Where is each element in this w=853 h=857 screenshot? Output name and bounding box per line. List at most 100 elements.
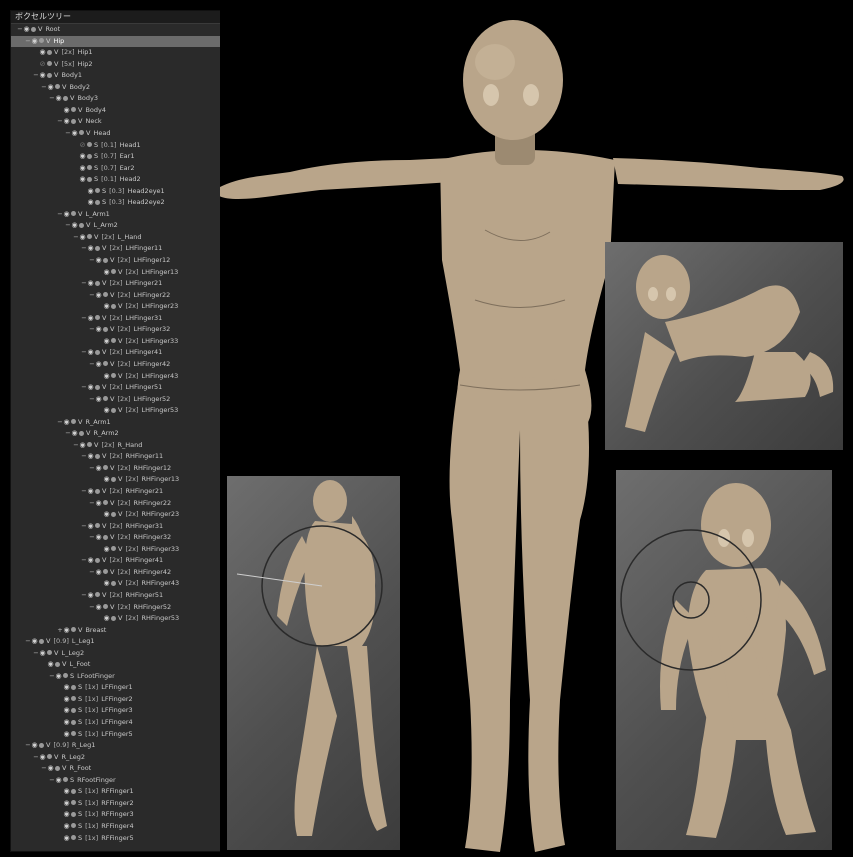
pose-preview-sitting[interactable]	[616, 470, 832, 850]
eye-icon[interactable]: ◉	[55, 671, 62, 683]
lock-dot-icon[interactable]	[71, 684, 76, 690]
lock-dot-icon[interactable]	[103, 292, 108, 298]
lock-dot-icon[interactable]	[47, 72, 52, 78]
eye-icon[interactable]: ◉	[95, 567, 102, 579]
eye-icon[interactable]: ◉	[103, 405, 110, 417]
eye-icon[interactable]: ◉	[63, 729, 70, 741]
tree-row[interactable]: −◉ V R_Arm2	[11, 428, 220, 440]
eye-icon[interactable]: ◉	[63, 705, 70, 717]
tree-row[interactable]: −◉ S RFootFinger	[11, 775, 220, 787]
lock-dot-icon[interactable]	[79, 222, 84, 228]
eye-icon[interactable]: ◉	[71, 220, 78, 232]
tree-row[interactable]: ⊘ S [0.1] Head1	[11, 140, 220, 152]
lock-dot-icon[interactable]	[71, 107, 76, 113]
tree-row[interactable]: −◉ V [0.9] L_Leg1	[11, 636, 220, 648]
lock-dot-icon[interactable]	[55, 84, 60, 90]
lock-dot-icon[interactable]	[71, 696, 76, 702]
lock-dot-icon[interactable]	[111, 580, 116, 586]
tree-row[interactable]: ◉ V [2x] Hip1	[11, 47, 220, 59]
eye-icon[interactable]: ◉	[55, 93, 62, 105]
eye-icon[interactable]: ◉	[95, 602, 102, 614]
tree-row[interactable]: ◉ V [2x] RHFinger43	[11, 578, 220, 590]
eye-icon[interactable]: ◉	[63, 809, 70, 821]
lock-dot-icon[interactable]	[39, 742, 44, 748]
lock-dot-icon[interactable]	[71, 118, 76, 124]
lock-dot-icon[interactable]	[79, 130, 84, 136]
eye-icon[interactable]: ◉	[63, 798, 70, 810]
lock-dot-icon[interactable]	[71, 719, 76, 725]
tree-row[interactable]: −◉ V [2x] LHFinger41	[11, 347, 220, 359]
eye-icon[interactable]: ◉	[103, 544, 110, 556]
lock-dot-icon[interactable]	[55, 661, 60, 667]
eye-icon[interactable]: ◉	[39, 47, 46, 59]
eye-icon[interactable]: ◉	[103, 509, 110, 521]
eye-icon[interactable]: ◉	[31, 740, 38, 752]
lock-dot-icon[interactable]	[39, 38, 44, 44]
tree-row[interactable]: −◉ V [2x] LHFinger32	[11, 324, 220, 336]
tree-row[interactable]: ◉ V [2x] LHFinger23	[11, 301, 220, 313]
eye-icon[interactable]: ◉	[63, 625, 70, 637]
lock-dot-icon[interactable]	[71, 211, 76, 217]
lock-dot-icon[interactable]	[95, 523, 100, 529]
tree-row[interactable]: ◉ V [2x] RHFinger13	[11, 474, 220, 486]
eye-icon[interactable]: ◉	[79, 163, 86, 175]
eye-icon[interactable]: ◉	[103, 613, 110, 625]
tree-row[interactable]: ◉ S [1x] LFFinger1	[11, 682, 220, 694]
eye-icon[interactable]: ◉	[63, 417, 70, 429]
tree-row[interactable]: ◉ S [1x] LFFinger2	[11, 694, 220, 706]
eye-icon[interactable]: ◉	[63, 717, 70, 729]
lock-dot-icon[interactable]	[95, 315, 100, 321]
tree-row[interactable]: −◉ V [0.9] R_Leg1	[11, 740, 220, 752]
tree-row[interactable]: −◉ V [2x] LHFinger22	[11, 290, 220, 302]
eye-icon[interactable]: ◉	[95, 290, 102, 302]
lock-dot-icon[interactable]	[111, 303, 116, 309]
eye-icon[interactable]: ◉	[87, 186, 94, 198]
lock-dot-icon[interactable]	[71, 707, 76, 713]
eye-icon[interactable]: ◉	[103, 578, 110, 590]
eye-icon[interactable]: ◉	[63, 694, 70, 706]
tree-row[interactable]: ◉ V [2x] RHFinger33	[11, 544, 220, 556]
lock-dot-icon[interactable]	[95, 245, 100, 251]
tree-row[interactable]: ◉ S [1x] LFFinger5	[11, 729, 220, 741]
tree-row[interactable]: −◉ V Hip	[11, 35, 220, 48]
eye-icon[interactable]: ◉	[63, 821, 70, 833]
eye-icon[interactable]: ◉	[39, 648, 46, 660]
tree-row[interactable]: ◉ S [0.7] Ear1	[11, 151, 220, 163]
eye-icon[interactable]: ◉	[79, 440, 86, 452]
lock-dot-icon[interactable]	[111, 546, 116, 552]
tree-row[interactable]: −◉ V [2x] RHFinger12	[11, 463, 220, 475]
tree-row[interactable]: −◉ V [2x] LHFinger31	[11, 313, 220, 325]
lock-dot-icon[interactable]	[47, 650, 52, 656]
lock-dot-icon[interactable]	[87, 176, 92, 182]
tree-row[interactable]: ◉ S [1x] RFFinger2	[11, 798, 220, 810]
tree-row[interactable]: ◉ S [1x] RFFinger4	[11, 821, 220, 833]
lock-dot-icon[interactable]	[95, 557, 100, 563]
eye-icon[interactable]: ◉	[31, 636, 38, 648]
lock-dot-icon[interactable]	[87, 165, 92, 171]
eye-icon[interactable]: ◉	[63, 116, 70, 128]
eye-icon[interactable]: ◉	[87, 347, 94, 359]
tree-row[interactable]: −◉ V [2x] LHFinger51	[11, 382, 220, 394]
eye-icon[interactable]: ◉	[87, 382, 94, 394]
eye-icon[interactable]: ◉	[103, 474, 110, 486]
eye-icon[interactable]: ⊘	[39, 59, 46, 71]
tree-row[interactable]: ◉ V [2x] RHFinger53	[11, 613, 220, 625]
tree-row[interactable]: −◉ V [2x] R_Hand	[11, 440, 220, 452]
tree-row[interactable]: −◉ V Root	[11, 24, 220, 36]
lock-dot-icon[interactable]	[87, 142, 92, 147]
tree-row[interactable]: −◉ V [2x] RHFinger21	[11, 486, 220, 498]
tree-row[interactable]: −◉ V Body2	[11, 82, 220, 94]
lock-dot-icon[interactable]	[87, 234, 92, 240]
tree-row[interactable]: −◉ V [2x] LHFinger11	[11, 243, 220, 255]
lock-dot-icon[interactable]	[111, 476, 116, 482]
tree-row[interactable]: ◉ V [2x] LHFinger33	[11, 336, 220, 348]
tree-row[interactable]: −◉ V [2x] RHFinger52	[11, 602, 220, 614]
eye-icon[interactable]: ◉	[103, 301, 110, 313]
eye-icon[interactable]: ◉	[31, 36, 38, 48]
eye-icon[interactable]: ◉	[95, 324, 102, 336]
lock-dot-icon[interactable]	[71, 823, 76, 829]
lock-dot-icon[interactable]	[95, 384, 100, 390]
tree-row[interactable]: −◉ V [2x] RHFinger51	[11, 590, 220, 602]
lock-dot-icon[interactable]	[111, 615, 116, 621]
eye-icon[interactable]: ◉	[87, 590, 94, 602]
